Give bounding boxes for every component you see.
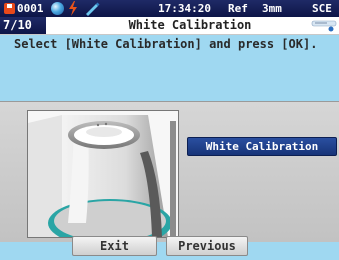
previous-button[interactable]: Previous (166, 236, 248, 256)
screen: 0001 17:34:20 Ref 3mm SCE 7/10 White Cal… (0, 0, 339, 260)
disk-icon (4, 3, 15, 14)
bolt-icon (69, 1, 77, 16)
status-bar: 0001 17:34:20 Ref 3mm SCE (0, 0, 339, 17)
title-bar: 7/10 White Calibration (0, 17, 339, 35)
led-icon (51, 2, 64, 15)
white-calibration-button[interactable]: White Calibration (187, 137, 337, 156)
sample-number: 0001 (17, 2, 44, 15)
page-title: White Calibration (128, 18, 252, 32)
reference-label: Ref (228, 2, 248, 15)
calibration-cap-image (27, 110, 179, 247)
pen-icon (86, 2, 100, 16)
clock-time: 17:34:20 (158, 2, 211, 15)
exit-button[interactable]: Exit (72, 236, 157, 256)
mode-label: SCE (312, 2, 332, 15)
aperture-label: 3mm (262, 2, 282, 15)
instruction-text: Select [White Calibration] and press [OK… (14, 37, 318, 51)
menu-icon (311, 20, 337, 32)
step-indicator: 7/10 (0, 17, 46, 34)
